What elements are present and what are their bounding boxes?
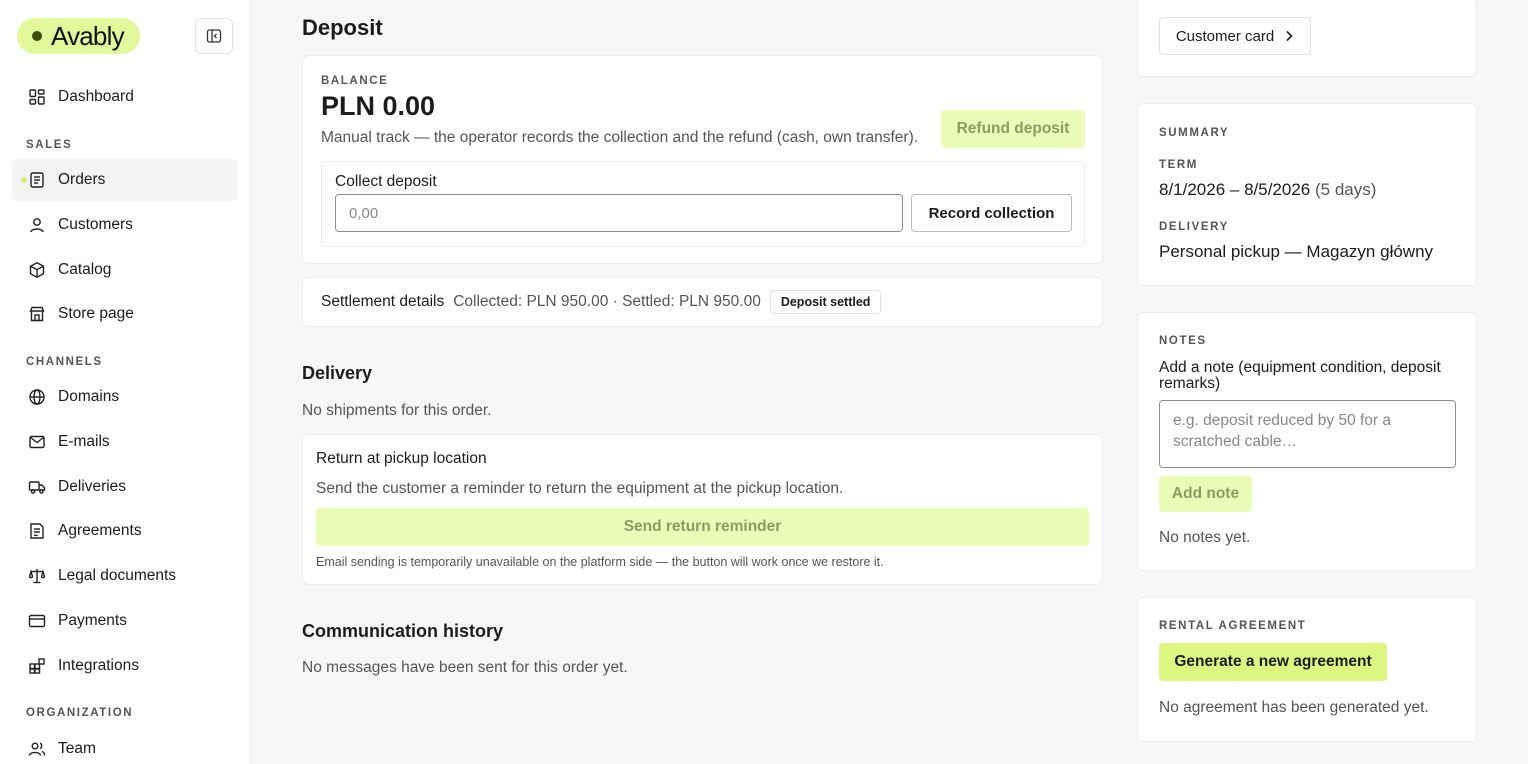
nav-section-channels: CHANNELS [26,356,103,368]
sidebar-item-label: Team [58,740,96,757]
sidebar-item-store-page[interactable]: Store page [12,293,238,335]
balance-value: PLN 0.00 [321,91,436,121]
sidebar-item-emails[interactable]: E-mails [12,421,238,463]
rental-agreement-card: RENTAL AGREEMENT Generate a new agreemen… [1137,597,1477,742]
note-field-label: Add a note (equipment condition, deposit… [1159,359,1441,392]
deposit-description: Manual track — the operator records the … [321,129,919,146]
balance-label: BALANCE [321,75,389,87]
term-value: 8/1/2026 – 8/5/2026 [1159,180,1311,199]
sidebar-item-payments[interactable]: Payments [12,600,238,642]
return-title: Return at pickup location [316,450,487,467]
sidebar-item-agreements[interactable]: Agreements [12,510,238,552]
sidebar-item-team[interactable]: Team [12,728,238,764]
mail-icon [28,433,46,451]
return-pickup-card: Return at pickup location Send the custo… [302,434,1103,585]
sidebar-item-orders[interactable]: Orders [12,159,238,201]
active-indicator [21,177,27,183]
communication-title: Communication history [302,621,504,641]
rental-agreement-label: RENTAL AGREEMENT [1159,620,1307,632]
notes-card: NOTES Add a note (equipment condition, d… [1137,312,1477,571]
term-days: (5 days) [1314,180,1377,199]
sidebar-item-label: Deliveries [58,478,127,495]
brand-logo[interactable]: Avably [17,18,140,54]
truck-icon [28,478,46,496]
logo-dot-icon [32,31,42,41]
sidebar-item-label: Dashboard [58,88,134,105]
nav-section-sales: SALES [26,139,73,151]
summary-label: SUMMARY [1159,127,1230,139]
sidebar-item-dashboard[interactable]: Dashboard [12,76,238,118]
generate-agreement-button[interactable]: Generate a new agreement [1159,643,1387,681]
sidebar-item-catalog[interactable]: Catalog [12,249,238,291]
sidebar-item-domains[interactable]: Domains [12,376,238,418]
delivery-label: DELIVERY [1159,221,1229,233]
sidebar-item-label: Integrations [58,657,139,674]
delivery-empty: No shipments for this order. [302,402,492,419]
sidebar-toggle-icon [206,29,222,43]
sidebar-item-label: Store page [58,305,134,322]
chevron-right-icon [1286,30,1293,42]
deposit-settled-badge: Deposit settled [769,290,882,314]
sidebar-item-integrations[interactable]: Integrations [12,645,238,687]
deposit-title: Deposit [302,15,383,40]
sidebar-item-label: Customers [58,216,133,233]
term-label: TERM [1159,159,1198,171]
customer-card-panel: Customer card [1137,0,1477,77]
communication-empty: No messages have been sent for this orde… [302,659,628,676]
summary-card: SUMMARY TERM 8/1/2026 – 8/5/2026 (5 days… [1137,103,1477,286]
customer-card-label: Customer card [1175,27,1275,45]
settlement-title: Settlement details [321,293,445,310]
sidebar-item-label: Catalog [58,261,112,278]
sidebar: Avably Dashboard SALES Orders Customers … [0,0,251,764]
email-unavailable-notice: Email sending is temporarily unavailable… [316,555,884,569]
return-text: Send the customer a reminder to return t… [316,480,844,497]
notes-empty: No notes yet. [1159,529,1251,546]
settlement-details-card: Settlement details Collected: PLN 950.00… [302,277,1103,327]
customer-card-button[interactable]: Customer card [1159,17,1311,55]
card-icon [28,612,46,630]
record-collection-button[interactable]: Record collection [911,194,1072,232]
scale-icon [28,567,46,585]
collect-deposit-label: Collect deposit [335,173,437,190]
agreement-icon [28,522,46,540]
sidebar-item-label: Orders [58,171,106,188]
settlement-info: Collected: PLN 950.00 · Settled: PLN 950… [453,293,761,310]
collect-deposit-input[interactable]: 0,00 [335,194,903,232]
sidebar-item-label: Agreements [58,522,142,539]
sidebar-item-customers[interactable]: Customers [12,204,238,246]
agreement-empty: No agreement has been generated yet. [1159,699,1429,716]
dashboard-icon [28,88,46,106]
sidebar-item-label: E-mails [58,433,110,450]
send-return-reminder-button[interactable]: Send return reminder [316,508,1089,546]
collapse-sidebar-button[interactable] [195,18,233,54]
add-note-button[interactable]: Add note [1159,476,1252,512]
term-row: 8/1/2026 – 8/5/2026 (5 days) [1159,180,1376,200]
collect-deposit-panel: Collect deposit 0,00 Record collection [321,161,1085,247]
sidebar-item-legal-documents[interactable]: Legal documents [12,555,238,597]
brand-name: Avably [51,20,125,51]
sidebar-item-label: Domains [58,388,120,405]
deposit-card: BALANCE PLN 0.00 Manual track — the oper… [302,55,1103,264]
note-textarea[interactable]: e.g. deposit reduced by 50 for a scratch… [1159,400,1456,468]
store-icon [28,305,46,323]
nav-section-organization: ORGANIZATION [26,707,134,719]
refund-deposit-button[interactable]: Refund deposit [941,110,1085,148]
delivery-title: Delivery [302,363,373,383]
notes-label: NOTES [1159,335,1207,347]
globe-icon [28,388,46,406]
sidebar-item-deliveries[interactable]: Deliveries [12,466,238,508]
orders-icon [28,171,46,189]
sidebar-item-label: Payments [58,612,127,629]
team-icon [28,740,46,758]
delivery-value: Personal pickup — Magazyn główny [1159,242,1434,261]
user-icon [28,216,46,234]
integrations-icon [28,657,46,675]
box-icon [28,261,46,279]
sidebar-item-label: Legal documents [58,567,177,584]
